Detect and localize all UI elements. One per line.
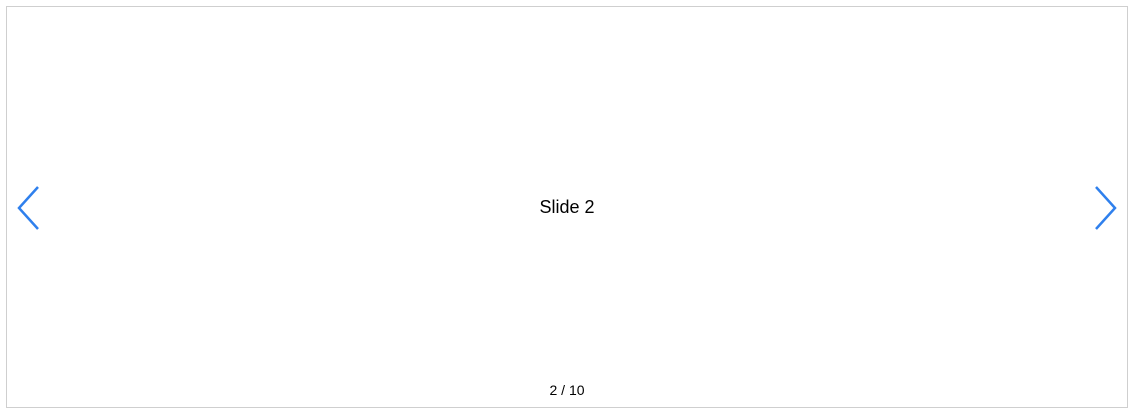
slide-pagination: 2 / 10 [7,383,1127,397]
image-carousel: Slide 2 2 / 10 [6,6,1128,408]
pagination-separator: / [561,382,566,398]
slide-label: Slide 2 [539,197,595,217]
active-slide: Slide 2 [7,7,1127,407]
previous-slide-button[interactable] [15,185,43,231]
chevron-right-icon [1092,185,1118,231]
pagination-current: 2 [549,382,558,398]
next-slide-button[interactable] [1091,185,1119,231]
pagination-total: 10 [568,382,585,398]
chevron-left-icon [16,185,42,231]
